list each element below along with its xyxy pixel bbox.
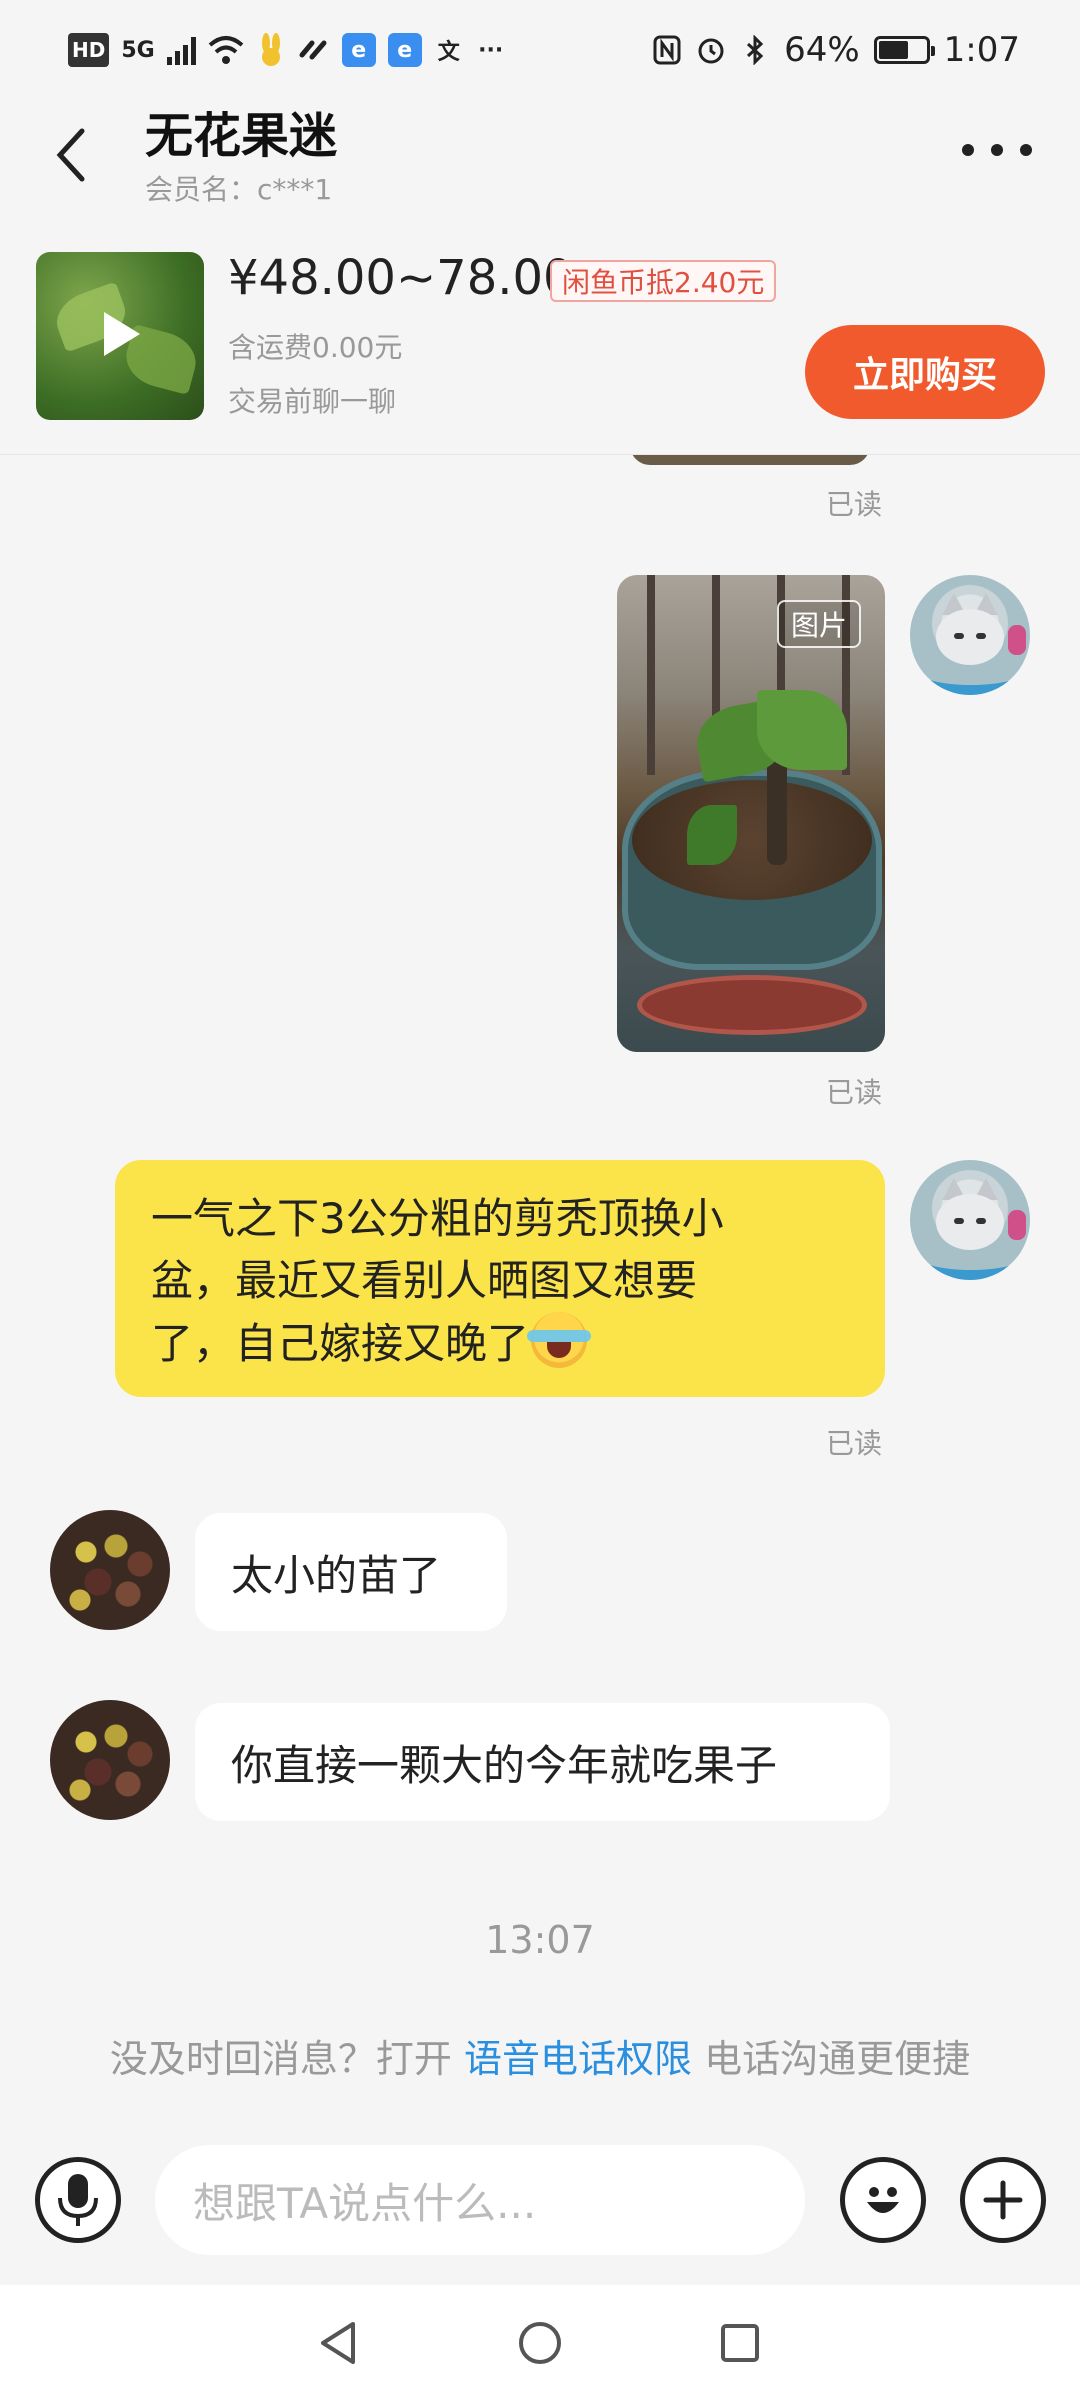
avatar-detail	[976, 1218, 986, 1224]
product-price: ¥48.00~78.00	[228, 250, 574, 306]
photo-detail	[647, 575, 655, 775]
bluetooth-icon	[740, 33, 770, 67]
seller-avatar[interactable]	[50, 1510, 170, 1630]
chat-area[interactable]: 已读 图片 已读 一气之下3公分粗的剪秃顶换小 盆，最近又看别人晒图又想要 了，…	[0, 455, 1080, 2135]
coin-discount-badge: 闲鱼币抵2.40元	[550, 260, 777, 302]
status-time: 1:07	[943, 30, 1020, 70]
more-notifications-icon: ···	[478, 37, 504, 63]
product-thumbnail[interactable]	[36, 252, 204, 420]
nav-home-button[interactable]	[510, 2313, 570, 2373]
smiley-icon	[867, 2187, 899, 2213]
read-receipt: 已读	[826, 1427, 883, 1460]
chevron-left-icon	[56, 128, 85, 182]
image-tag: 图片	[776, 600, 861, 648]
permission-tip: 没及时回消息？打开 语音电话权限 电话沟通更便捷	[0, 2028, 1080, 2083]
chat-header: 无花果迷 会员名：c***1	[0, 100, 1080, 230]
read-receipt: 已读	[826, 1076, 883, 1109]
more-actions-button[interactable]	[960, 2157, 1046, 2243]
voice-call-permission-link[interactable]: 语音电话权限	[464, 2037, 692, 2081]
header-title-group: 无花果迷 会员名：c***1	[145, 108, 337, 208]
status-right-icons: 64% 1:07	[652, 30, 1020, 70]
permission-tip-text: 没及时回消息？打开	[109, 2037, 464, 2081]
message-timestamp: 13:07	[485, 1918, 595, 1962]
emoji-button[interactable]	[840, 2157, 926, 2243]
dot	[1020, 144, 1032, 156]
photo-detail	[687, 805, 737, 865]
my-text-message[interactable]: 一气之下3公分粗的剪秃顶换小 盆，最近又看别人晒图又想要 了，自己嫁接又晚了	[115, 1160, 885, 1397]
buy-now-button[interactable]: 立即购买	[805, 325, 1045, 419]
avatar-detail	[954, 633, 964, 639]
chat-hint: 交易前聊一聊	[228, 385, 397, 418]
translate-icon: 文	[437, 40, 460, 65]
photo-detail	[767, 755, 787, 865]
seller-text-message[interactable]: 你直接一颗大的今年就吃果子	[195, 1703, 890, 1821]
avatar-detail	[936, 609, 1004, 665]
voice-input-button[interactable]	[35, 2157, 121, 2243]
status-left-icons: HD 5G e e 文 ···	[68, 33, 506, 67]
dot	[962, 144, 974, 156]
avatar-detail	[1008, 625, 1026, 655]
avatar-detail	[976, 633, 986, 639]
avatar-detail	[936, 1194, 1004, 1250]
photo-detail	[637, 975, 867, 1035]
product-card[interactable]: ¥48.00~78.00 闲鱼币抵2.40元 含运费0.00元 交易前聊一聊 立…	[0, 230, 1080, 455]
app-e-icon: e	[387, 33, 422, 67]
hd-icon: HD	[68, 33, 110, 67]
back-button[interactable]	[40, 120, 100, 190]
message-line: 盆，最近又看别人晒图又想要	[151, 1256, 698, 1305]
shipping-info: 含运费0.00元	[228, 331, 403, 364]
bunny-app-icon	[256, 33, 286, 67]
seller-text-message[interactable]: 太小的苗了	[195, 1513, 507, 1631]
microphone-icon	[58, 2174, 98, 2226]
circle-home-icon	[519, 2321, 561, 2364]
seller-avatar[interactable]	[50, 1700, 170, 1820]
member-name: 会员名：c***1	[145, 172, 333, 206]
nfc-icon	[652, 33, 682, 67]
photo-detail	[757, 690, 847, 770]
square-recents-icon	[721, 2323, 759, 2362]
app-e-icon: e	[341, 33, 376, 67]
battery-percent: 64%	[784, 30, 860, 70]
dot	[991, 144, 1003, 156]
avatar-detail	[954, 1218, 964, 1224]
message-line-last: 了，自己嫁接又晚了	[151, 1312, 849, 1375]
crying-laughing-emoji-icon	[527, 1312, 592, 1368]
read-receipt: 已读	[826, 488, 883, 521]
plus-icon	[983, 2180, 1023, 2220]
status-bar: HD 5G e e 文 ··· 64% 1:07	[0, 0, 1080, 100]
alarm-icon	[696, 33, 726, 67]
input-bar: 想跟TA说点什么...	[0, 2135, 1080, 2285]
nav-back-button[interactable]	[310, 2313, 370, 2373]
signal-bars-icon	[166, 35, 196, 65]
image-message[interactable]: 图片	[617, 575, 885, 1052]
battery-fill	[878, 41, 909, 59]
photo-detail	[632, 780, 872, 900]
permission-tip-text: 电话沟通更便捷	[692, 2037, 971, 2081]
message-input[interactable]: 想跟TA说点什么...	[155, 2145, 805, 2255]
wifi-icon	[208, 33, 244, 67]
link-icon	[298, 33, 330, 67]
triangle-back-icon	[321, 2321, 355, 2364]
message-line: 了，自己嫁接又晚了	[151, 1319, 530, 1368]
my-avatar[interactable]	[910, 1160, 1030, 1280]
battery-icon	[873, 36, 935, 64]
play-icon	[104, 312, 140, 356]
5g-icon: 5G	[121, 37, 155, 63]
page-title: 无花果迷	[145, 108, 338, 164]
message-line: 一气之下3公分粗的剪秃顶换小	[151, 1194, 724, 1243]
avatar-detail	[1008, 1210, 1026, 1240]
my-avatar[interactable]	[910, 575, 1030, 695]
nav-recents-button[interactable]	[710, 2313, 770, 2373]
previous-image-message[interactable]	[630, 455, 870, 465]
more-options-button[interactable]	[962, 130, 1032, 170]
system-navigation-bar	[0, 2285, 1080, 2400]
